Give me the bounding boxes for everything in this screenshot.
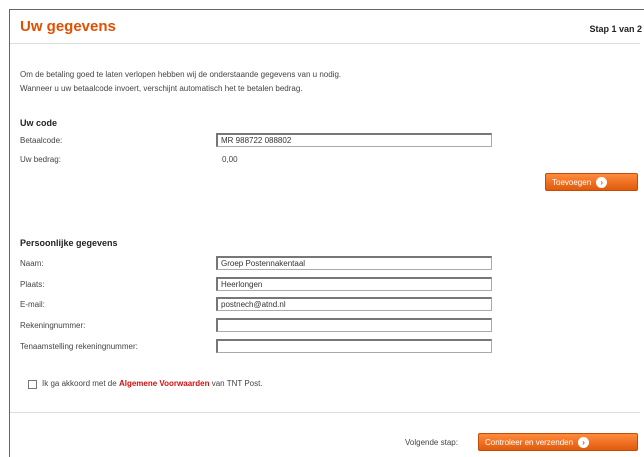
- personal-section-title: Persoonlijke gegevens: [20, 238, 118, 248]
- email-label: E-mail:: [20, 300, 45, 309]
- page-title: Uw gegevens: [20, 18, 116, 35]
- tenaamstelling-label: Tenaamstelling rekeningnummer:: [20, 342, 138, 351]
- divider-bottom: [10, 412, 640, 413]
- code-section-title: Uw code: [20, 118, 58, 128]
- terms-link[interactable]: Algemene Voorwaarden: [119, 379, 210, 388]
- bedrag-value: 0,00: [222, 155, 238, 164]
- arrow-right-icon: ›: [578, 436, 590, 448]
- terms-text: Ik ga akkoord met de Algemene Voorwaarde…: [42, 379, 263, 388]
- tenaamstelling-input[interactable]: [216, 339, 492, 353]
- intro-line-2: Wanneer u uw betaalcode invoert, verschi…: [20, 84, 303, 93]
- divider: [10, 43, 640, 44]
- rekeningnummer-label: Rekeningnummer:: [20, 321, 86, 330]
- arrow-right-icon: ›: [596, 176, 608, 188]
- rekeningnummer-input[interactable]: [216, 318, 492, 332]
- terms-prefix: Ik ga akkoord met de: [42, 379, 117, 388]
- plaats-input[interactable]: Heerlongen: [216, 277, 492, 291]
- step-indicator: Stap 1 van 2: [589, 24, 642, 34]
- terms-suffix: van TNT Post.: [211, 379, 263, 388]
- betaalcode-input[interactable]: MR 988722 088802: [216, 133, 492, 147]
- controleer-button[interactable]: Controleer en verzenden ›: [478, 433, 638, 451]
- plaats-label: Plaats:: [20, 280, 45, 289]
- naam-input[interactable]: Groep Postennakentaal: [216, 256, 492, 270]
- bedrag-label: Uw bedrag:: [20, 155, 61, 164]
- terms-checkbox[interactable]: [28, 380, 37, 389]
- naam-label: Naam:: [20, 259, 44, 268]
- intro-line-1: Om de betaling goed te laten verlopen he…: [20, 70, 342, 79]
- betaalcode-label: Betaalcode:: [20, 136, 63, 145]
- controleer-button-label: Controleer en verzenden: [485, 437, 574, 447]
- next-step-label: Volgende stap:: [405, 438, 458, 447]
- toevoegen-button[interactable]: Toevoegen ›: [545, 173, 638, 191]
- email-input[interactable]: postnech@atnd.nl: [216, 297, 492, 311]
- toevoegen-button-label: Toevoegen: [552, 177, 592, 187]
